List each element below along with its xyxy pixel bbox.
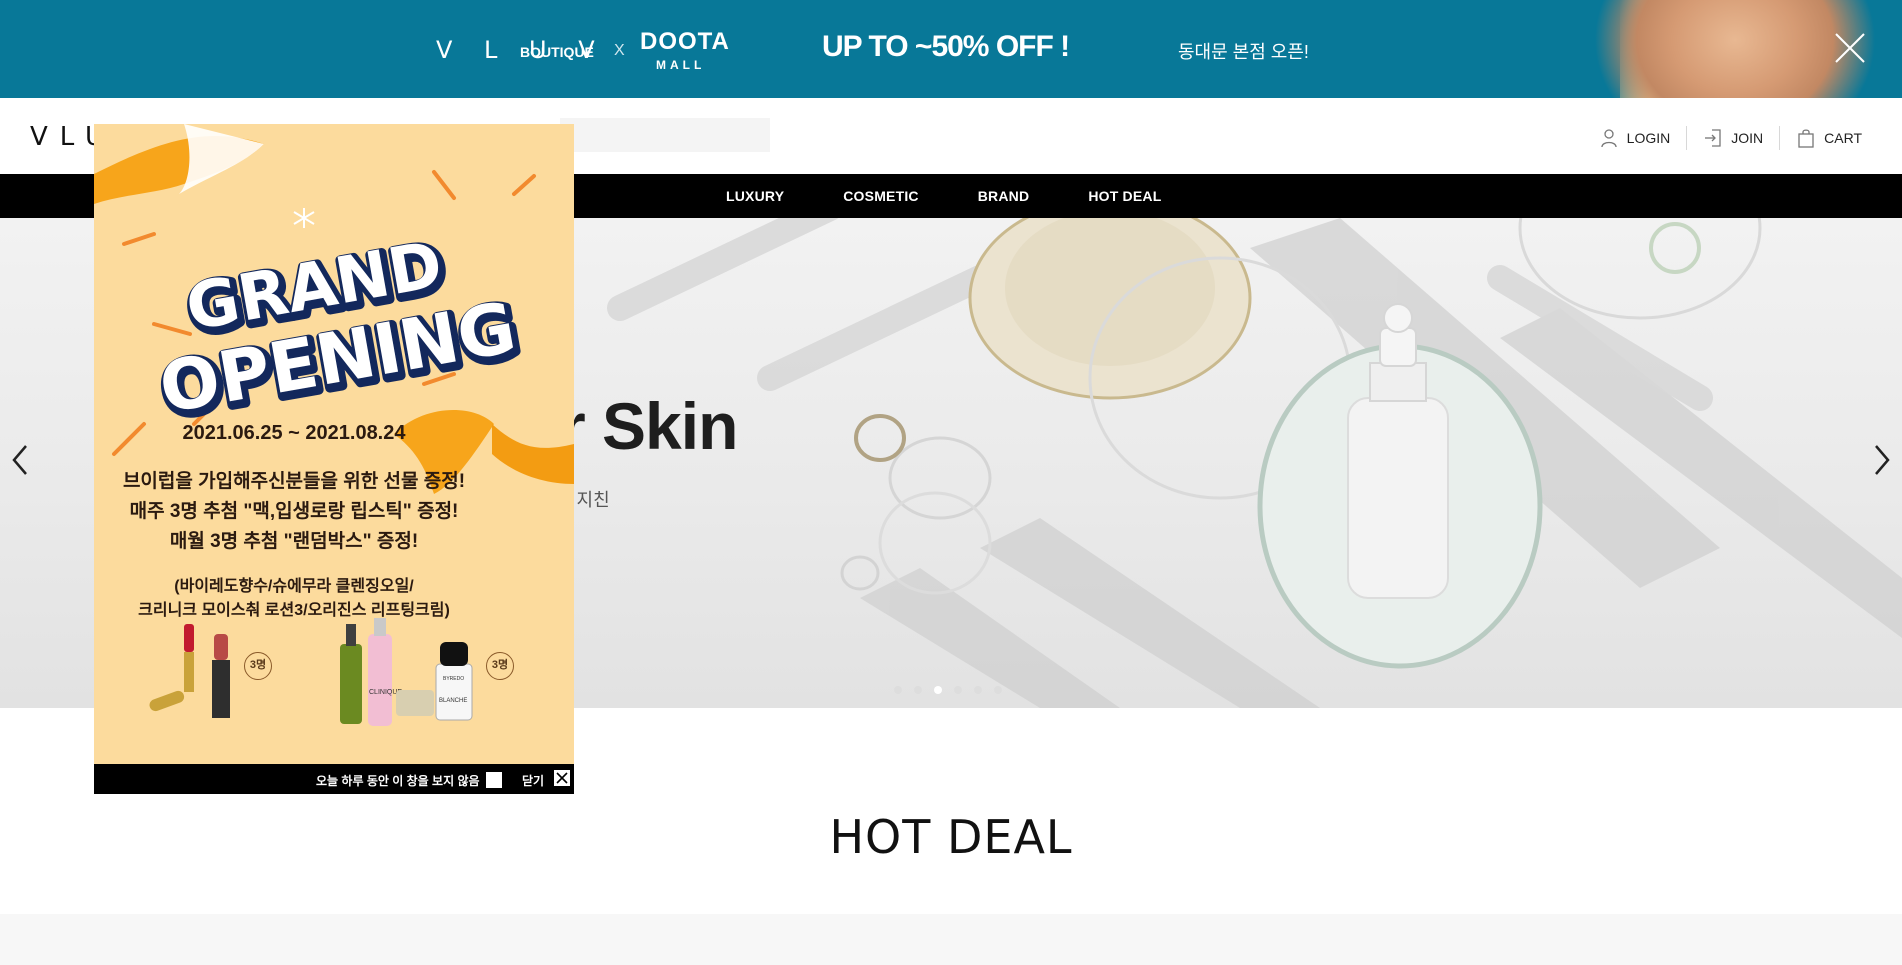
popup-line-4: (바이레도향수/슈에무라 클렌징오일/ xyxy=(174,578,414,595)
search-input[interactable] xyxy=(560,118,770,152)
hot-deal-heading: HOT DEAL xyxy=(829,810,1073,864)
hero-dot[interactable] xyxy=(914,686,922,694)
hero-pagination xyxy=(894,686,1014,694)
user-icon xyxy=(1601,129,1617,148)
account-menu: LOGIN JOIN CART xyxy=(1583,126,1878,150)
promo-boutique-label: BOUTIQUE xyxy=(520,44,594,60)
hero-next-button[interactable] xyxy=(1866,440,1896,480)
chevron-right-icon xyxy=(1875,445,1890,475)
shopping-bag-icon xyxy=(1798,129,1814,148)
popup-brand-blanche: BLANCHE xyxy=(439,698,467,704)
hero-dot[interactable] xyxy=(894,686,902,694)
popup-not-today-checkbox[interactable] xyxy=(486,772,502,788)
hero-dot[interactable] xyxy=(954,686,962,694)
nav-item-luxury[interactable]: LUXURY xyxy=(726,188,784,204)
login-link[interactable]: LOGIN xyxy=(1583,126,1687,150)
popup-line-1: 브이럽을 가입해주신분들을 위한 선물 증정! xyxy=(122,471,466,492)
popup-close-button[interactable] xyxy=(554,770,570,786)
hero-dot-active[interactable] xyxy=(934,686,942,694)
popup-close-label[interactable]: 닫기 xyxy=(522,772,544,789)
close-icon xyxy=(556,772,568,784)
popup-not-today-label: 오늘 하루 동안 이 창을 보지 않음 xyxy=(316,774,480,788)
nav-item-hot-deal[interactable]: HOT DEAL xyxy=(1088,188,1161,204)
cart-link[interactable]: CART xyxy=(1779,126,1878,150)
nav-item-cosmetic[interactable]: COSMETIC xyxy=(843,188,919,204)
popup-date-range: 2021.06.25 ~ 2021.08.24 xyxy=(182,422,406,444)
hero-prev-button[interactable] xyxy=(6,440,36,480)
hot-deal-section xyxy=(0,914,1902,965)
promo-close-button[interactable] xyxy=(1832,30,1868,66)
popup-line-2: 매주 3명 추첨 "맥,입생로랑 립스틱" 증정! xyxy=(129,501,459,522)
popup-footer: 오늘 하루 동안 이 창을 보지 않음 닫기 xyxy=(94,764,574,794)
close-icon xyxy=(1835,33,1865,63)
promo-opening-text: 동대문 본점 오픈! xyxy=(1178,42,1309,62)
sign-in-icon xyxy=(1705,129,1721,147)
promo-doota-logo: DOOTA xyxy=(640,28,730,55)
promo-mall-label: MALL xyxy=(656,58,706,72)
chevron-left-icon xyxy=(12,445,27,475)
popup-winner-badge: 3명 xyxy=(244,652,272,680)
cart-label: CART xyxy=(1824,130,1862,146)
lipstick-products-image xyxy=(149,624,230,718)
promo-banner[interactable]: V L U V BOUTIQUE X DOOTA MALL UP TO ~50%… xyxy=(0,0,1902,98)
join-label: JOIN xyxy=(1731,130,1764,146)
promo-collab-x: X xyxy=(614,42,625,59)
join-link[interactable]: JOIN xyxy=(1686,126,1779,150)
login-label: LOGIN xyxy=(1626,130,1671,146)
popup-brand-byredo: BYREDO xyxy=(443,676,464,682)
hero-dot[interactable] xyxy=(974,686,982,694)
popup-line-5: 크리니크 모이스춰 로션3/오리진스 리프팅크림) xyxy=(138,602,450,619)
popup-winner-badge: 3명 xyxy=(486,652,514,680)
nav-item-brand[interactable]: BRAND xyxy=(978,188,1030,204)
grand-opening-popup: GRAND GRAND OPENING OPENING CLINIQUE BYR… xyxy=(94,124,574,794)
skincare-products-image: CLINIQUE BYREDO BLANCHE xyxy=(340,618,473,726)
hero-dot[interactable] xyxy=(994,686,1002,694)
promo-sale-text: UP TO ~50% OFF ! xyxy=(822,30,1070,63)
hero-title: r Skin xyxy=(560,389,738,463)
popup-line-3: 매월 3명 추첨 "랜덤박스" 증정! xyxy=(169,531,419,552)
